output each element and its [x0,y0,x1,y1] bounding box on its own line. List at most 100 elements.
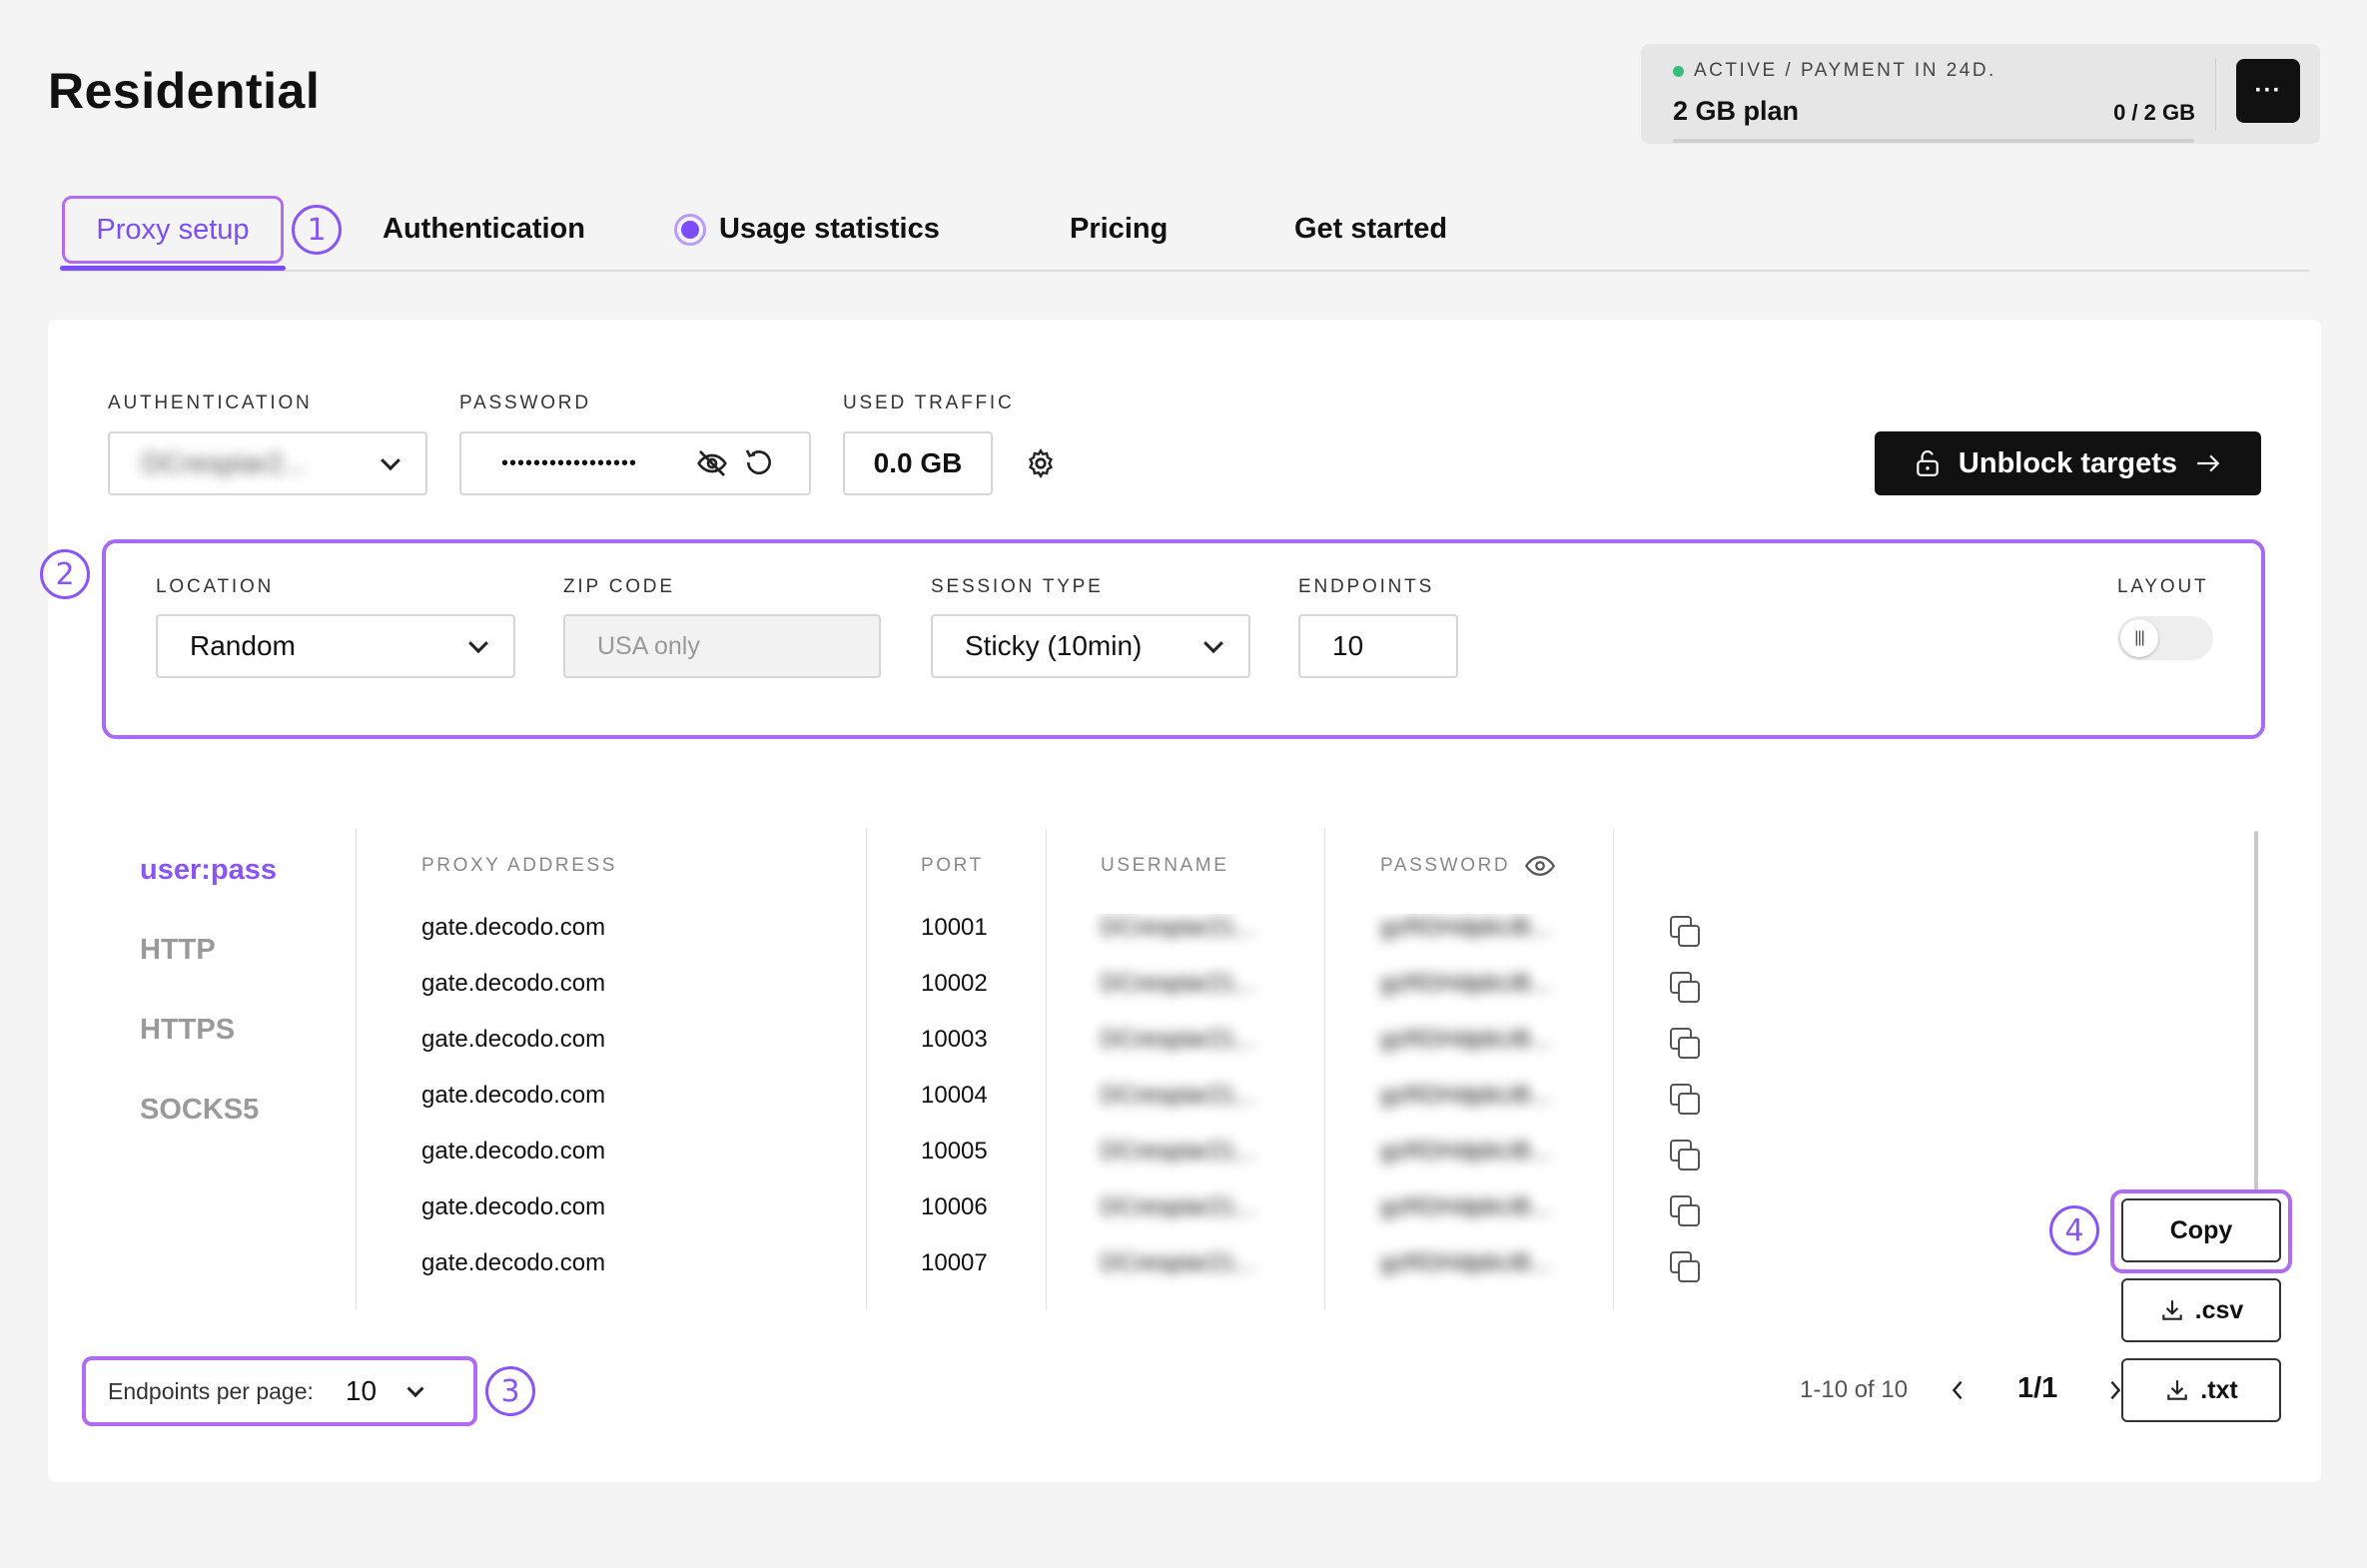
download-icon [2161,1300,2182,1320]
copy-icon[interactable] [1670,972,1700,1003]
proxy-address-cell: gate.decodo.com [421,970,606,997]
username-cell: DCrespiar21... [1101,1026,1255,1053]
endpoints-input[interactable]: 10 [1298,614,1458,678]
username-cell: DCrespiar21... [1101,970,1255,997]
step-badge-4: 4 [2049,1205,2099,1255]
protocol-user-pass[interactable]: user:pass [140,854,277,887]
location-label: LOCATION [156,576,275,597]
password-cell: gzRDHdpbUB... [1380,1082,1551,1109]
tab-get-started[interactable]: Get started [1294,213,1447,246]
chevron-down-icon [406,1380,424,1398]
status-dot-icon [1673,65,1684,77]
unlock-icon [1917,450,1939,476]
password-cell: gzRDHdpbUB... [1380,1193,1551,1220]
table-scrollbar[interactable] [2254,831,2258,1190]
active-tab-underline [60,266,286,271]
plan-status-text: ACTIVE / PAYMENT IN 24D. [1694,60,1996,81]
header-proxy-address: PROXY ADDRESS [421,855,618,876]
authentication-label: AUTHENTICATION [108,392,313,413]
session-type-select[interactable]: Sticky (10min) [931,614,1250,678]
tab-usage-statistics[interactable]: Usage statistics [719,213,940,246]
port-cell: 10007 [921,1249,988,1276]
layout-toggle[interactable]: ||| [2117,616,2213,660]
plan-usage-bar [1673,139,2194,143]
plan-card: ACTIVE / PAYMENT IN 24D. 2 GB plan 0 / 2… [1641,44,2320,144]
endpoints-per-page-select[interactable]: Endpoints per page: 10 [82,1356,477,1426]
arrow-right-icon [2197,454,2220,472]
authentication-select[interactable]: DCrespiar2... [108,431,427,495]
copy-icon[interactable] [1670,1028,1700,1059]
plan-usage: 0 / 2 GB [2113,100,2195,125]
endpoints-value: 10 [1332,630,1364,661]
location-value: Random [190,630,296,661]
proxy-address-cell: gate.decodo.com [421,1082,606,1109]
regenerate-password-icon[interactable] [743,446,775,478]
per-page-label: Endpoints per page: [108,1377,314,1404]
username-cell: DCrespiar21... [1101,1193,1255,1220]
password-value: ••••••••••••••••• [501,451,638,474]
proxy-address-cell: gate.decodo.com [421,914,606,941]
protocol-http[interactable]: HTTP [140,934,216,967]
used-traffic-label: USED TRAFFIC [843,392,1015,413]
copy-icon[interactable] [1670,1140,1700,1171]
gear-icon[interactable] [1025,447,1057,479]
unblock-targets-button[interactable]: Unblock targets [1875,431,2261,495]
username-cell: DCrespiar21... [1101,1082,1255,1109]
layout-toggle-knob: ||| [2120,619,2158,657]
password-cell: gzRDHdpbUB... [1380,970,1551,997]
chevron-left-icon[interactable] [1948,1378,1968,1402]
plan-name: 2 GB plan [1673,96,1800,126]
copy-icon[interactable] [1670,1084,1700,1115]
tab-pricing[interactable]: Pricing [1070,213,1168,246]
step-badge-2: 2 [40,549,90,599]
zip-code-placeholder: USA only [597,631,700,660]
proxy-address-cell: gate.decodo.com [421,1249,606,1276]
copy-icon[interactable] [1670,1195,1700,1226]
layout-label: LAYOUT [2117,576,2209,597]
copy-icon[interactable] [1670,916,1700,947]
password-cell: gzRDHdpbUB... [1380,1026,1551,1053]
usage-statistics-icon [674,214,706,246]
more-options-button[interactable]: ··· [2236,59,2300,123]
chevron-right-icon[interactable] [2105,1378,2125,1402]
step-badge-3: 3 [485,1366,535,1416]
tab-proxy-setup[interactable]: Proxy setup [62,196,284,264]
copy-button[interactable]: Copy [2121,1198,2281,1262]
download-icon [2167,1380,2187,1400]
header-username: USERNAME [1101,855,1229,876]
port-cell: 10006 [921,1193,988,1220]
header-port: PORT [921,855,984,876]
copy-icon[interactable] [1670,1251,1700,1282]
protocol-https[interactable]: HTTPS [140,1014,235,1047]
password-cell: gzRDHdpbUB... [1380,1138,1551,1165]
csv-label: .csv [2194,1295,2244,1324]
chevron-down-icon [1203,633,1223,654]
password-label: PASSWORD [459,392,591,413]
proxy-address-cell: gate.decodo.com [421,1193,606,1220]
current-page: 1/1 [2017,1372,2058,1404]
tabs-divider [60,270,2309,272]
hide-password-icon[interactable] [696,447,728,479]
proxy-table-body: gate.decodo.com 10001 DCrespiar21... gzR… [421,914,1720,1313]
divider [2215,58,2216,130]
download-csv-button[interactable]: .csv [2121,1278,2281,1342]
zip-code-label: ZIP CODE [563,576,675,597]
download-txt-button[interactable]: .txt [2121,1358,2281,1422]
chevron-down-icon [381,450,400,471]
show-passwords-icon[interactable] [1525,854,1555,878]
proxy-address-cell: gate.decodo.com [421,1138,606,1165]
location-select[interactable]: Random [156,614,515,678]
zip-code-input[interactable]: USA only [563,614,881,678]
authentication-value: DCrespiar2... [142,447,307,478]
page-title: Residential [48,63,321,119]
txt-label: .txt [2200,1375,2238,1404]
protocol-socks5[interactable]: SOCKS5 [140,1094,259,1127]
username-cell: DCrespiar21... [1101,1138,1255,1165]
password-cell: gzRDHdpbUB... [1380,1249,1551,1276]
tab-authentication[interactable]: Authentication [383,213,585,246]
session-type-label: SESSION TYPE [931,576,1104,597]
unblock-targets-label: Unblock targets [1958,446,2178,479]
username-cell: DCrespiar21... [1101,1249,1255,1276]
per-page-value: 10 [345,1375,378,1406]
chevron-down-icon [468,633,488,654]
